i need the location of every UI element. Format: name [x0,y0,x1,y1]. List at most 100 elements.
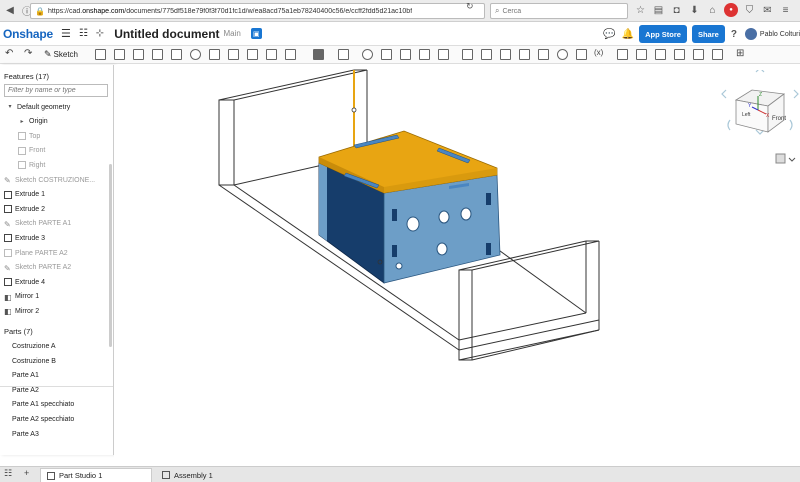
revolve-icon[interactable] [114,49,125,60]
boolean-icon[interactable] [362,49,373,60]
download-icon[interactable]: ⬇ [688,3,701,17]
replace-face-icon[interactable] [693,49,704,60]
delete-part-icon[interactable] [419,49,430,60]
app-store-button[interactable]: App Store [639,25,687,43]
hole-icon[interactable] [285,49,296,60]
user-name[interactable]: Pablo Colturi [760,31,800,38]
onshape-logo[interactable]: Onshape [3,27,53,41]
view-options-icon[interactable] [775,153,786,164]
feature-item-top[interactable]: Top [0,129,108,143]
feature-item-mirror-2[interactable]: ◧ Mirror 2 [0,304,108,318]
comments-icon[interactable]: 💬 [603,29,615,40]
feature-list-icon[interactable]: ☷ [79,28,88,39]
feature-item-right[interactable]: Right [0,158,108,172]
undo-icon[interactable]: ↶ [5,48,13,59]
graphics-viewport[interactable]: Front Left Z X Y [114,65,800,466]
share-button[interactable]: Share [691,25,725,43]
orbit-left-icon[interactable] [721,89,727,99]
add-tab-icon[interactable]: + [24,468,29,478]
cube-left-face[interactable] [735,99,769,133]
draft-icon[interactable] [228,49,239,60]
fold-icon[interactable] [538,49,549,60]
mate-connector-icon[interactable] [481,49,492,60]
tab-list-icon[interactable]: ☷ [4,468,12,479]
part-item-parte-a1[interactable]: Parte A1 [12,372,39,379]
modify-fillet-icon[interactable] [438,49,449,60]
helix-icon[interactable] [500,49,511,60]
feature-item-extrude-2[interactable]: Extrude 2 [0,202,108,216]
wrap-icon[interactable] [655,49,666,60]
insert-icon[interactable]: ⊹ [96,28,104,39]
move-face-icon[interactable] [712,49,723,60]
sketch-button[interactable]: ✎ Sketch [44,49,78,60]
feature-item-sketch-costruzione[interactable]: ✎ Sketch COSTRUZIONE... [0,173,108,187]
part-item-parte-a3[interactable]: Parte A3 [12,431,39,438]
bookmark-star-icon[interactable]: ☆ [634,3,647,17]
feature-item-default-geometry[interactable]: ▾ Default geometry [0,100,108,114]
feature-item-extrude-4[interactable]: Extrude 4 [0,275,108,289]
fillet-icon[interactable] [190,49,201,60]
feature-item-sketch-parte-a1[interactable]: ✎ Sketch PARTE A1 [0,217,108,231]
sheet-metal-icon[interactable] [519,49,530,60]
feature-item-plane-parte-a2[interactable]: Plane PARTE A2 [0,246,108,260]
feature-list-scrollbar[interactable] [109,164,112,347]
plane-icon[interactable] [462,49,473,60]
feature-item-origin[interactable]: ▸ Origin [0,115,108,129]
tab-part-studio-1[interactable]: Part Studio 1 [40,468,152,482]
part-item-parte-a2-specchiato[interactable]: Parte A2 specchiato [12,416,74,423]
shield-icon[interactable]: ⛉ [743,3,756,17]
view-cube[interactable]: Front Left Z X Y [720,70,800,170]
avatar[interactable] [744,28,757,40]
configure-icon[interactable] [617,49,628,60]
box-part[interactable] [318,130,501,284]
feature-item-mirror-1[interactable]: ◧ Mirror 1 [0,290,108,304]
feature-item-sketch-parte-a2[interactable]: ✎ Sketch PARTE A2 [0,261,108,275]
home-icon[interactable]: ⌂ [706,3,719,17]
notifications-icon[interactable]: 🔔 [622,29,634,40]
extrude-icon[interactable] [95,49,106,60]
part-item-parte-a1-specchiato[interactable]: Parte A1 specchiato [12,401,74,408]
part-item-parte-a2[interactable]: Parte A2 [12,387,39,394]
chevron-down-icon[interactable] [788,157,796,162]
section-icon[interactable] [576,49,587,60]
help-icon[interactable]: ? [731,29,737,40]
browser-search-input[interactable] [502,7,613,15]
reload-icon[interactable]: ↻ [466,1,474,12]
feature-item-extrude-1[interactable]: Extrude 1 [0,188,108,202]
add-custom-feature-icon[interactable]: ⊞ [736,48,744,59]
back-icon[interactable]: ◀ [3,4,17,18]
menu-icon[interactable]: ≡ [779,3,792,17]
frame-icon[interactable] [674,49,685,60]
thicken-icon[interactable] [171,49,182,60]
surface-icon[interactable] [636,49,647,60]
sweep-icon[interactable] [133,49,144,60]
pattern-icon[interactable] [313,49,324,60]
feature-filter-input[interactable] [4,84,108,97]
measure-icon[interactable] [557,49,568,60]
document-title[interactable]: Untitled document [114,27,219,41]
mirror-icon[interactable] [338,49,349,60]
bookmarks-icon[interactable]: ▤ [652,3,665,17]
split-icon[interactable] [381,49,392,60]
model-view[interactable] [114,65,800,466]
chat-icon[interactable]: ✉ [761,3,774,17]
rib-icon[interactable] [247,49,258,60]
hamburger-icon[interactable]: ☰ [61,27,71,40]
shell-icon[interactable] [266,49,277,60]
redo-icon[interactable]: ↷ [24,48,32,59]
transform-icon[interactable] [400,49,411,60]
addon-icon[interactable]: ● [724,3,738,17]
feature-item-extrude-3[interactable]: Extrude 3 [0,231,108,245]
versions-icon[interactable]: ▣ [250,28,262,39]
part-item-costruzione-a[interactable]: Costruzione A [12,343,56,350]
orbit-right-icon[interactable] [793,89,799,99]
variable-button[interactable]: (x) [594,48,603,57]
pocket-icon[interactable]: ◘ [670,3,683,17]
branch-label[interactable]: Main [224,29,241,38]
browser-search[interactable]: ⌕ [490,3,628,19]
part-item-costruzione-b[interactable]: Costruzione B [12,358,56,365]
feature-item-front[interactable]: Front [0,144,108,158]
chamfer-icon[interactable] [209,49,220,60]
tab-assembly-1[interactable]: Assembly 1 [156,468,256,482]
address-bar[interactable]: 🔒 https://cad.onshape.com/documents/775d… [30,3,485,19]
